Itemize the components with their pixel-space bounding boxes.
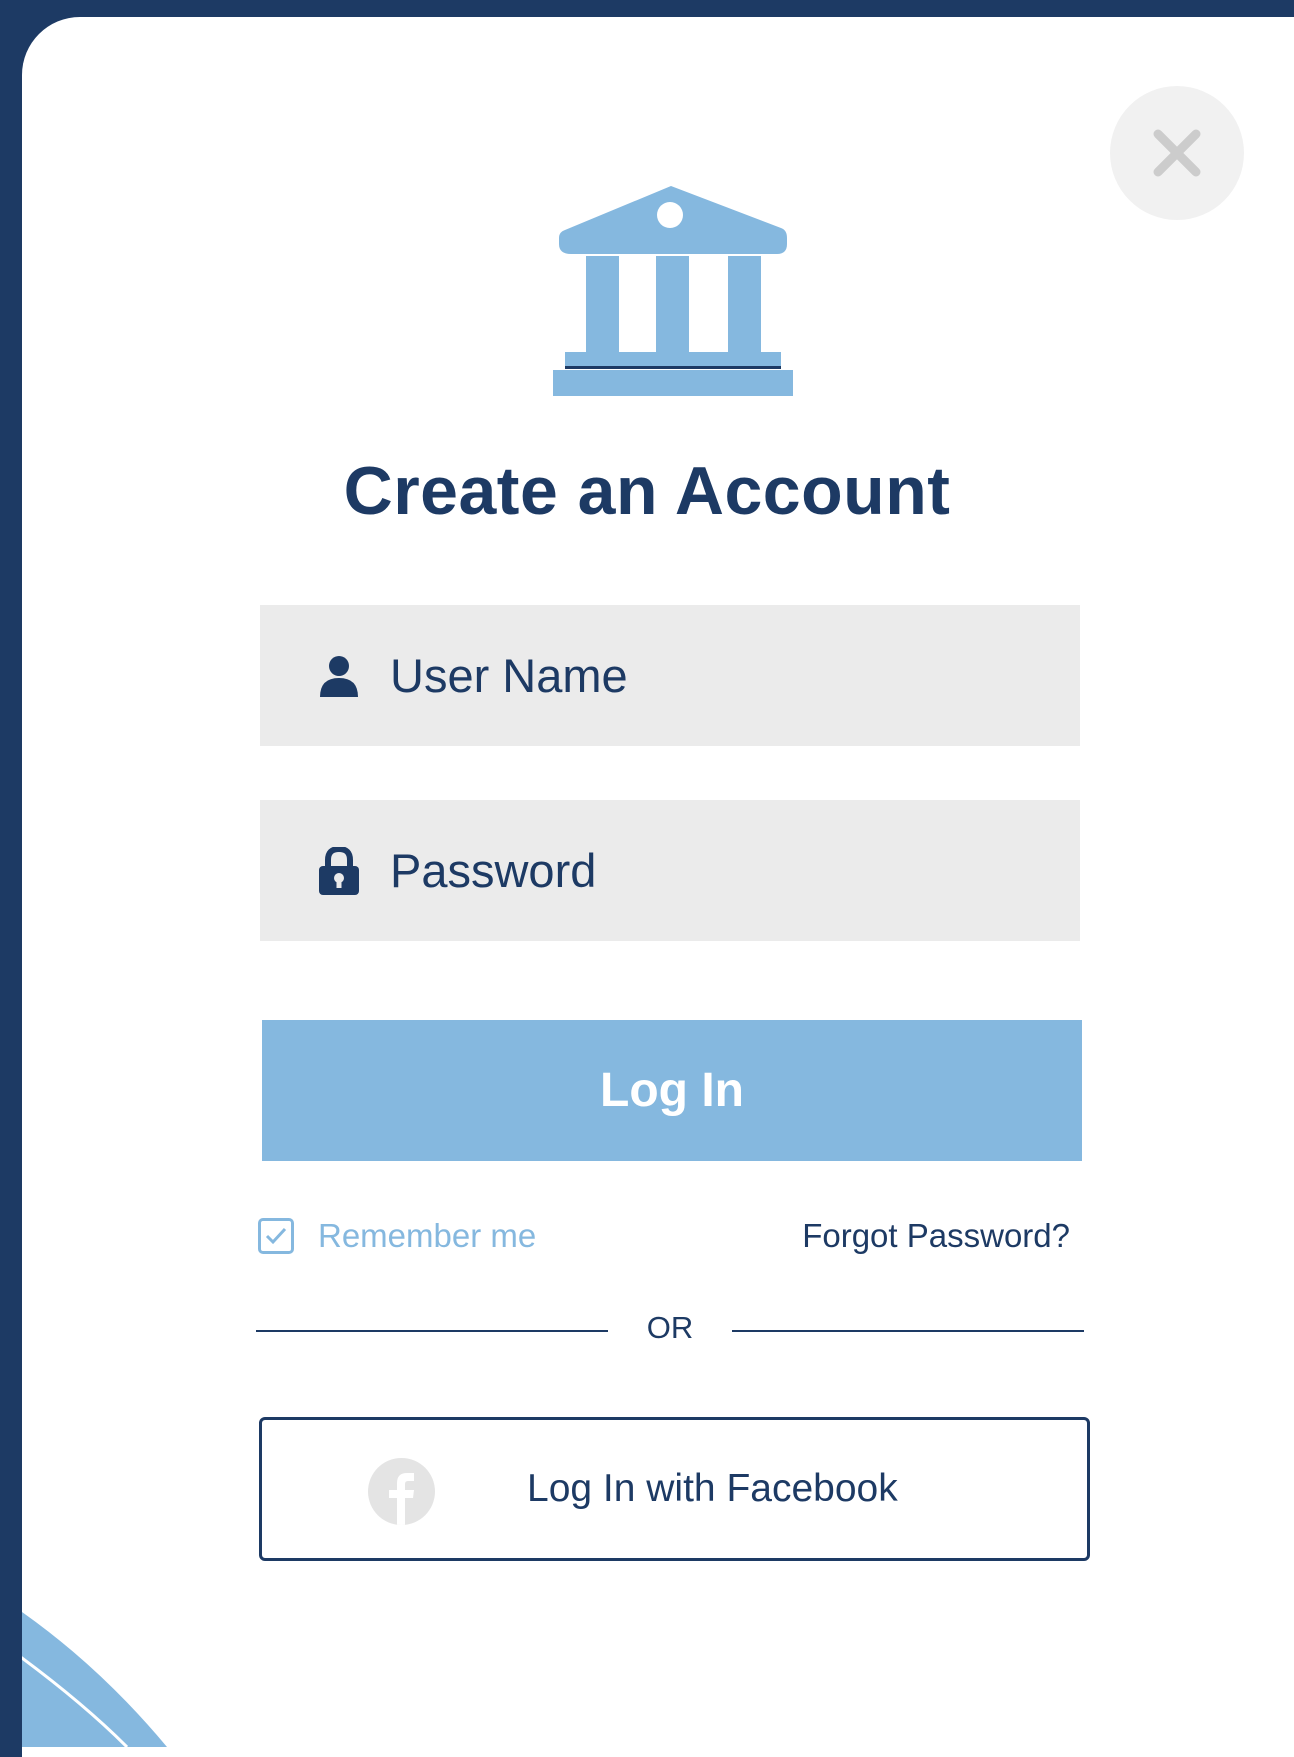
- remember-checkbox[interactable]: [258, 1218, 294, 1254]
- bank-icon: [553, 186, 793, 396]
- username-field[interactable]: [260, 605, 1080, 746]
- divider-line-right: [732, 1330, 1084, 1332]
- close-button[interactable]: [1110, 86, 1244, 220]
- facebook-login-label: Log In with Facebook: [527, 1467, 898, 1510]
- close-icon: [1153, 129, 1201, 177]
- facebook-login-button[interactable]: Log In with Facebook: [259, 1417, 1090, 1561]
- lock-icon: [318, 846, 360, 895]
- remember-me-label: Remember me: [318, 1217, 537, 1254]
- page-title: Create an Account: [343, 453, 951, 529]
- check-icon: [265, 1227, 287, 1245]
- password-field[interactable]: [260, 800, 1080, 941]
- username-input[interactable]: [390, 605, 1050, 746]
- remember-me-toggle[interactable]: Remember me: [258, 1217, 536, 1255]
- login-button[interactable]: Log In: [262, 1020, 1082, 1161]
- or-divider-label: OR: [646, 1310, 694, 1345]
- facebook-icon: [368, 1458, 435, 1525]
- user-icon: [318, 653, 360, 699]
- password-input[interactable]: [390, 800, 1050, 941]
- forgot-password-link[interactable]: Forgot Password?: [802, 1217, 1070, 1255]
